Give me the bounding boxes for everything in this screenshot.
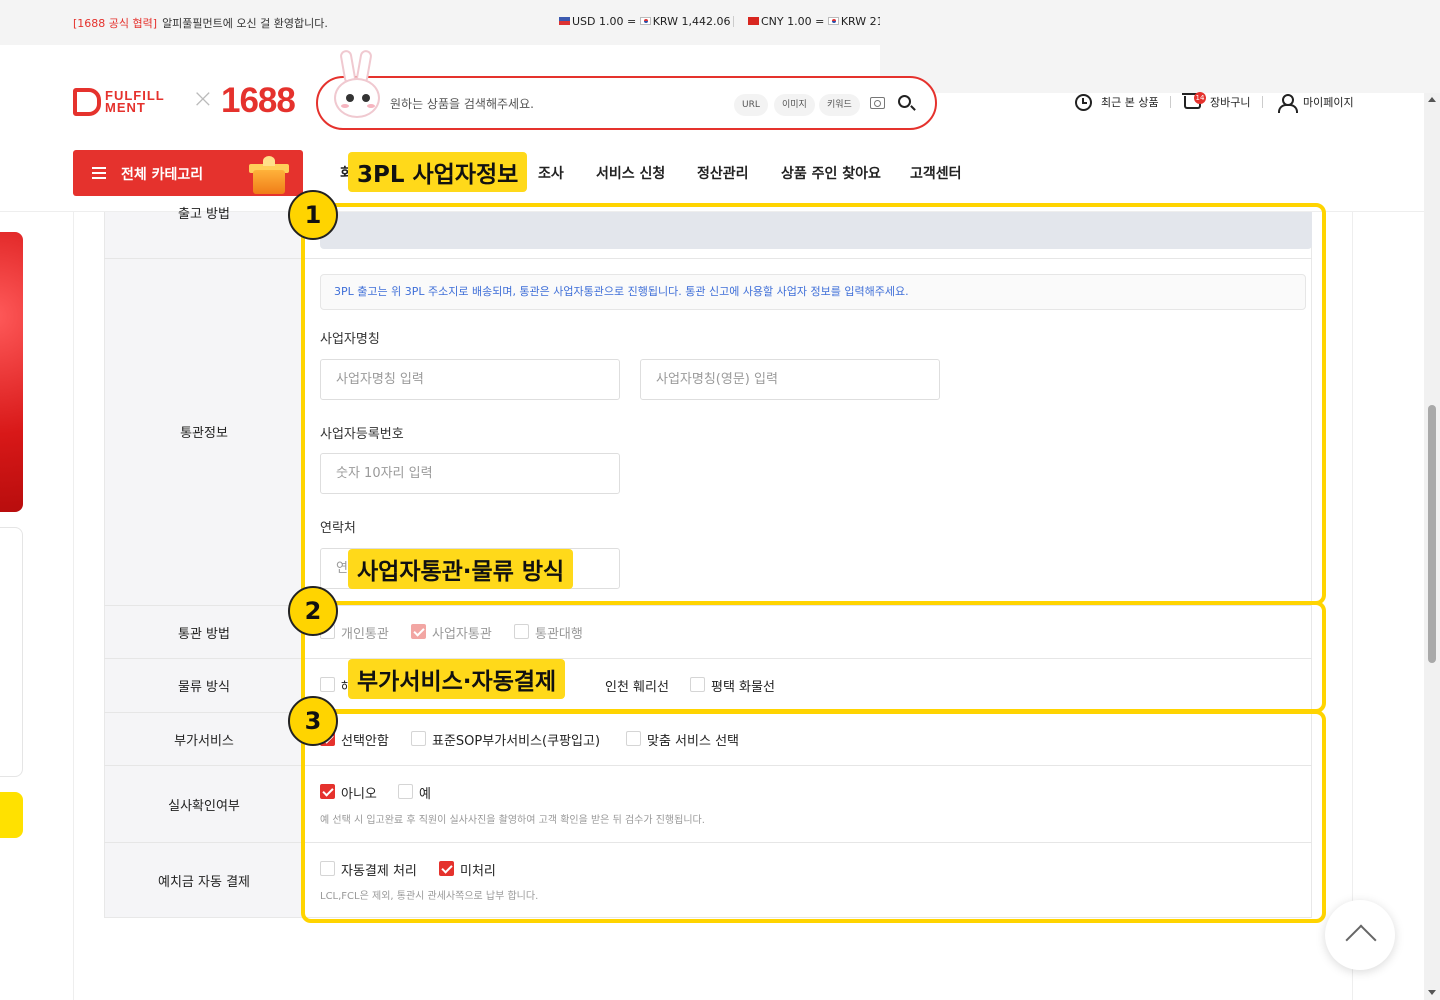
hamburger-menu-icon (92, 167, 106, 179)
highlight-box-3 (301, 710, 1326, 923)
nav-item-find-owner[interactable]: 상품 주인 찾아요 (781, 163, 881, 183)
notice-text: 알피풀필먼트에 오신 걸 환영합니다. (162, 17, 328, 30)
topbar-overlay (880, 0, 1440, 93)
side-yellow-button[interactable] (0, 792, 23, 838)
row-label-addon: 부가서비스 (174, 734, 234, 749)
row-label-logistics: 물류 방식 (178, 680, 230, 695)
util-divider (1262, 96, 1263, 108)
annotation-tag-1: 3PL 사업자정보 (348, 152, 528, 192)
user-icon[interactable] (1278, 94, 1298, 113)
cart-count-badge: 14 (1194, 92, 1206, 104)
row-label-shipping-method: 출고 방법 (178, 207, 230, 222)
nav-item-research[interactable]: 조사 (538, 163, 564, 183)
row-label-auto-pay: 예치금 자동 결제 (158, 875, 250, 890)
annotation-tag-3: 부가서비스·자동결제 (348, 659, 566, 699)
scroll-up-arrow-icon[interactable] (1428, 97, 1436, 102)
kr-flag-icon (827, 17, 839, 25)
us-flag-icon (559, 17, 570, 25)
nav-item-service-request[interactable]: 서비스 신청 (596, 163, 665, 183)
search-chip-url[interactable]: URL (734, 94, 768, 116)
logo-text: FULFILL MENT (105, 88, 165, 115)
row-label-customs-method: 통관 방법 (178, 627, 230, 642)
cart-link[interactable]: 장바구니 (1210, 94, 1250, 110)
fulfillment-logo-icon (73, 88, 101, 116)
util-divider (1170, 96, 1171, 108)
fx-rate-cny: CNY 1.00 = KRW 217 (748, 15, 891, 28)
search-chip-image[interactable]: 이미지 (774, 94, 815, 116)
all-categories-button[interactable]: 전체 카테고리 (73, 150, 303, 196)
annotation-tag-2: 사업자통관·물류 방식 (348, 549, 574, 589)
all-categories-label: 전체 카테고리 (121, 167, 204, 183)
highlight-box-1 (301, 203, 1326, 605)
side-promo-banner[interactable] (0, 232, 23, 512)
annotation-number-2: 2 (288, 586, 338, 636)
bunny-mascot-icon (332, 49, 382, 128)
search-input[interactable] (390, 92, 720, 116)
row-label-customs-info: 통관정보 (180, 426, 228, 441)
cn-flag-icon (748, 17, 759, 25)
scroll-down-arrow-icon[interactable] (1428, 990, 1436, 995)
clock-icon[interactable] (1075, 94, 1092, 111)
kr-flag-icon (639, 17, 651, 25)
scrollbar-thumb[interactable] (1428, 405, 1436, 663)
nav-item-customer-center[interactable]: 고객센터 (910, 163, 962, 183)
back-to-top-button[interactable] (1325, 900, 1395, 970)
gift-box-icon (245, 156, 291, 196)
fx-rate-usd: USD 1.00 = KRW 1,442.06 (559, 15, 731, 28)
notice-tag: [1688 공식 협력] (73, 17, 158, 30)
mypage-link[interactable]: 마이페이지 (1303, 94, 1354, 110)
recent-products-link[interactable]: 최근 본 상품 (1101, 94, 1159, 110)
logo-times: × (192, 84, 214, 114)
search-bar: URL 이미지 키워드 (316, 49, 937, 130)
search-chip-keyword[interactable]: 키워드 (819, 94, 860, 116)
annotation-number-1: 1 (288, 190, 338, 240)
welcome-notice: [1688 공식 협력] 알피풀필먼트에 오신 걸 환영합니다. (73, 15, 328, 31)
camera-icon[interactable] (870, 97, 885, 109)
fx-divider (733, 16, 734, 27)
annotation-number-3: 3 (288, 696, 338, 746)
side-quick-card[interactable] (0, 527, 23, 777)
top-info-bar: [1688 공식 협력] 알피풀필먼트에 오신 걸 환영합니다. USD 1.00… (0, 0, 891, 45)
partner-logo: 1688 (221, 81, 296, 120)
row-label-photo-check: 실사확인여부 (168, 799, 240, 814)
search-icon[interactable] (898, 95, 911, 108)
nav-item-settlement[interactable]: 정산관리 (697, 163, 749, 183)
